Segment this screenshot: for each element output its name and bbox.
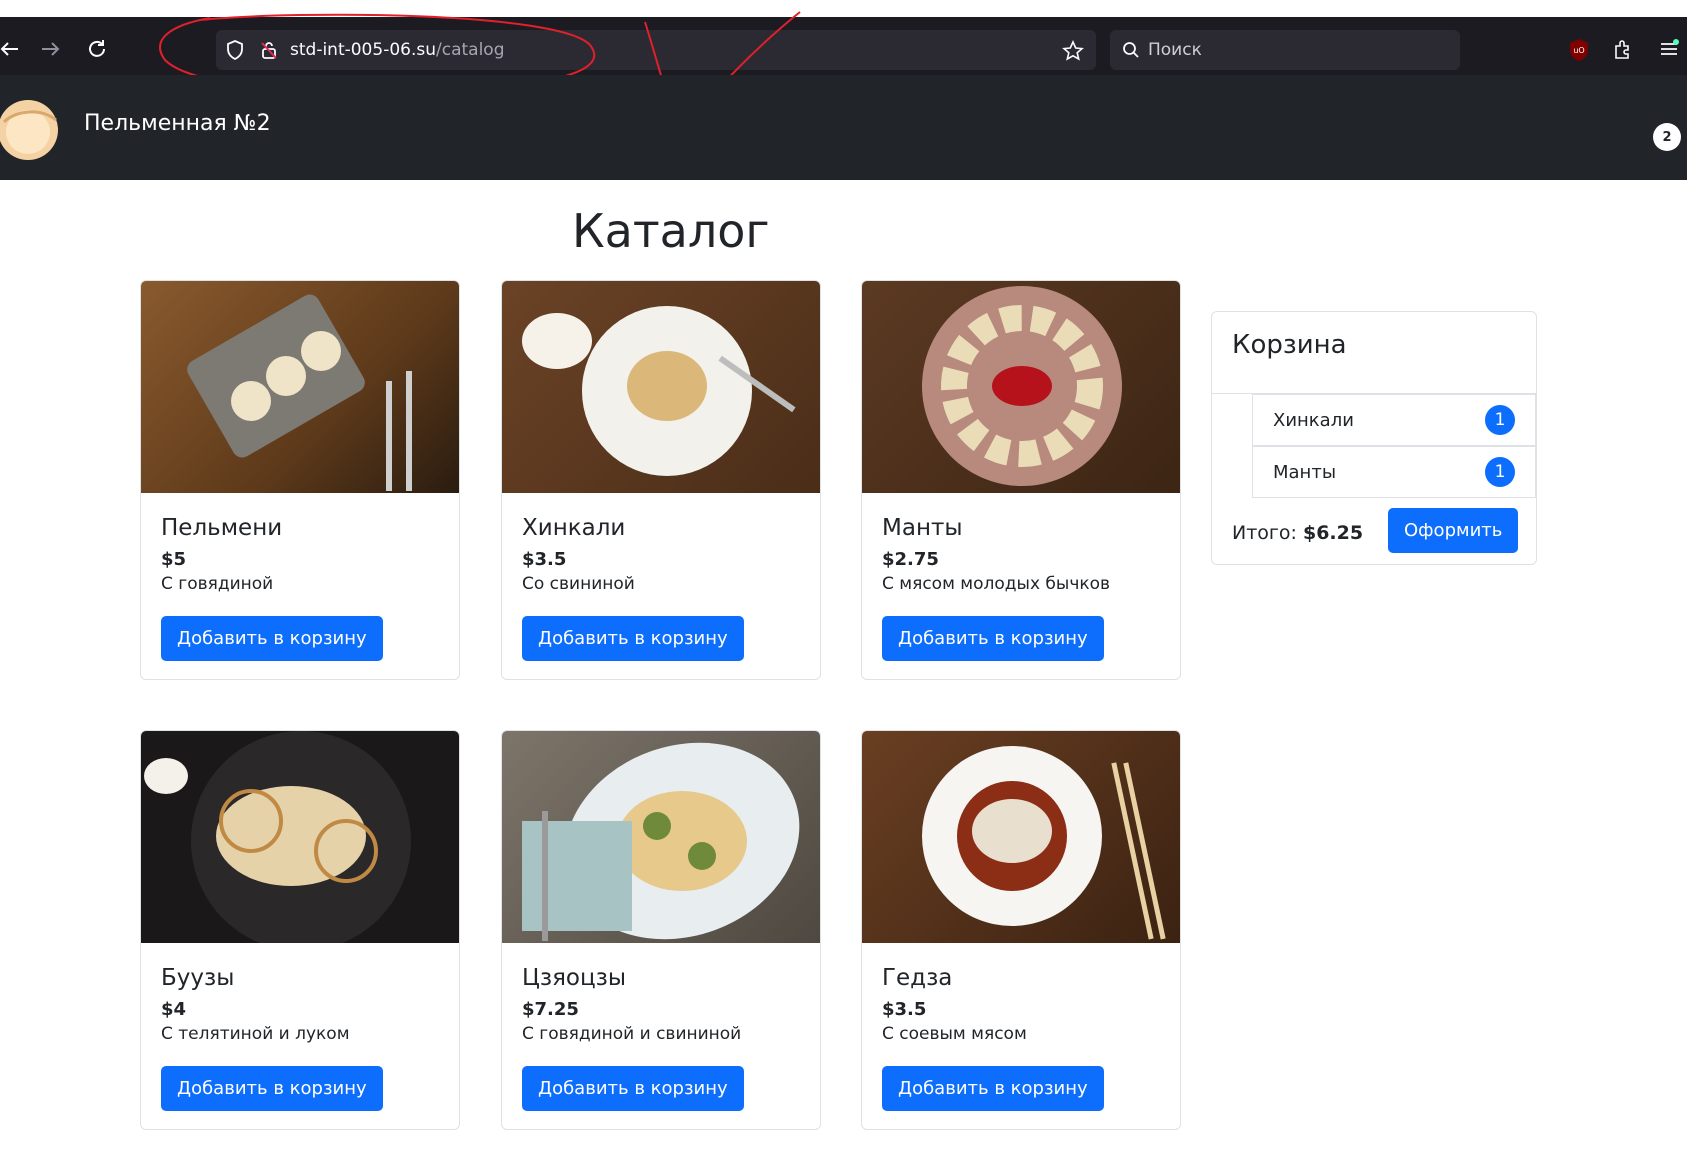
product-price: $5 [161,549,187,570]
page-title: Каталог [572,204,770,258]
product-description: С телятиной и луком [161,1024,350,1044]
add-to-cart-button[interactable]: Добавить в корзину [882,1066,1104,1111]
product-description: С говядиной и свининой [522,1024,742,1044]
cart-count-badge[interactable]: 2 [1653,123,1681,151]
url-text: std-int-005-06.su/catalog [290,40,505,60]
product-card: Манты $2.75 С мясом молодых бычков Добав… [861,280,1181,680]
lock-insecure-icon[interactable] [260,40,282,60]
cart-panel: Корзина Хинкали 1 Манты 1 Итого: $6.25 О… [1211,311,1537,565]
product-card: Буузы $4 С телятиной и луком Добавить в … [140,730,460,1130]
search-placeholder: Поиск [1148,40,1202,60]
browser-tabstrip [0,0,1687,17]
product-card: Хинкали $3.5 Со свининой Добавить в корз… [501,280,821,680]
url-path: /catalog [436,40,505,60]
dish-photo-jiaozi [502,731,820,943]
add-to-cart-button[interactable]: Добавить в корзину [522,1066,744,1111]
site-brand[interactable]: Пельменная №2 [84,111,271,136]
cart-item-name: Хинкали [1273,409,1354,431]
extensions-icon[interactable] [1612,38,1634,64]
product-description: С соевым мясом [882,1024,1027,1044]
product-price: $3.5 [522,549,567,570]
add-to-cart-button[interactable]: Добавить в корзину [522,616,744,661]
cart-item-name: Манты [1273,461,1337,483]
add-to-cart-button[interactable]: Добавить в корзину [882,616,1104,661]
product-name: Хинкали [522,515,626,541]
product-name: Манты [882,515,963,541]
product-description: С мясом молодых бычков [882,574,1111,594]
product-description: Со свининой [522,574,635,594]
url-bar[interactable]: std-int-005-06.su/catalog [216,30,1096,70]
add-to-cart-button[interactable]: Добавить в корзину [161,616,383,661]
add-to-cart-button[interactable]: Добавить в корзину [161,1066,383,1111]
dish-photo-gyoza [862,731,1180,943]
product-price: $3.5 [882,999,927,1020]
dish-photo-khinkali [502,281,820,493]
product-price: $2.75 [882,549,939,570]
dish-photo-buuzy [141,731,459,951]
product-card: Пельмени $5 С говядиной Добавить в корзи… [140,280,460,680]
search-bar[interactable]: Поиск [1110,30,1460,70]
product-name: Цзяоцзы [522,965,627,991]
cart-item-qty-badge: 1 [1485,457,1515,487]
product-card: Гедза $3.5 С соевым мясом Добавить в кор… [861,730,1181,1130]
menu-icon[interactable] [1658,38,1680,64]
svg-text:uO: uO [1573,46,1584,55]
dumpling-logo-icon[interactable] [0,92,66,164]
product-price: $4 [161,999,187,1020]
dish-photo-manti [862,281,1180,493]
url-host: std-int-005-06.su [290,40,436,60]
product-card: Цзяоцзы $7.25 С говядиной и свининой Доб… [501,730,821,1130]
product-price: $7.25 [522,999,579,1020]
cart-item[interactable]: Манты 1 [1252,446,1536,498]
cart-item[interactable]: Хинкали 1 [1252,394,1536,446]
checkout-button[interactable]: Оформить [1388,508,1519,553]
product-name: Буузы [161,965,235,991]
cart-title: Корзина [1212,312,1536,394]
product-name: Пельмени [161,515,283,541]
ublock-icon[interactable]: uO [1568,38,1590,62]
product-name: Гедза [882,965,953,991]
reload-icon[interactable] [82,34,112,64]
bookmark-star-icon[interactable] [1062,40,1084,67]
product-description: С говядиной [161,574,274,594]
back-icon[interactable] [0,34,24,64]
cart-total-value: $6.25 [1302,522,1364,544]
cart-total-label: Итого: [1232,522,1297,544]
search-icon [1122,41,1140,59]
cart-item-qty-badge: 1 [1485,405,1515,435]
cart-total: Итого: $6.25 [1232,522,1363,544]
forward-icon[interactable] [36,34,66,64]
dish-photo-pelmeni [141,281,459,493]
shield-icon[interactable] [226,40,248,60]
